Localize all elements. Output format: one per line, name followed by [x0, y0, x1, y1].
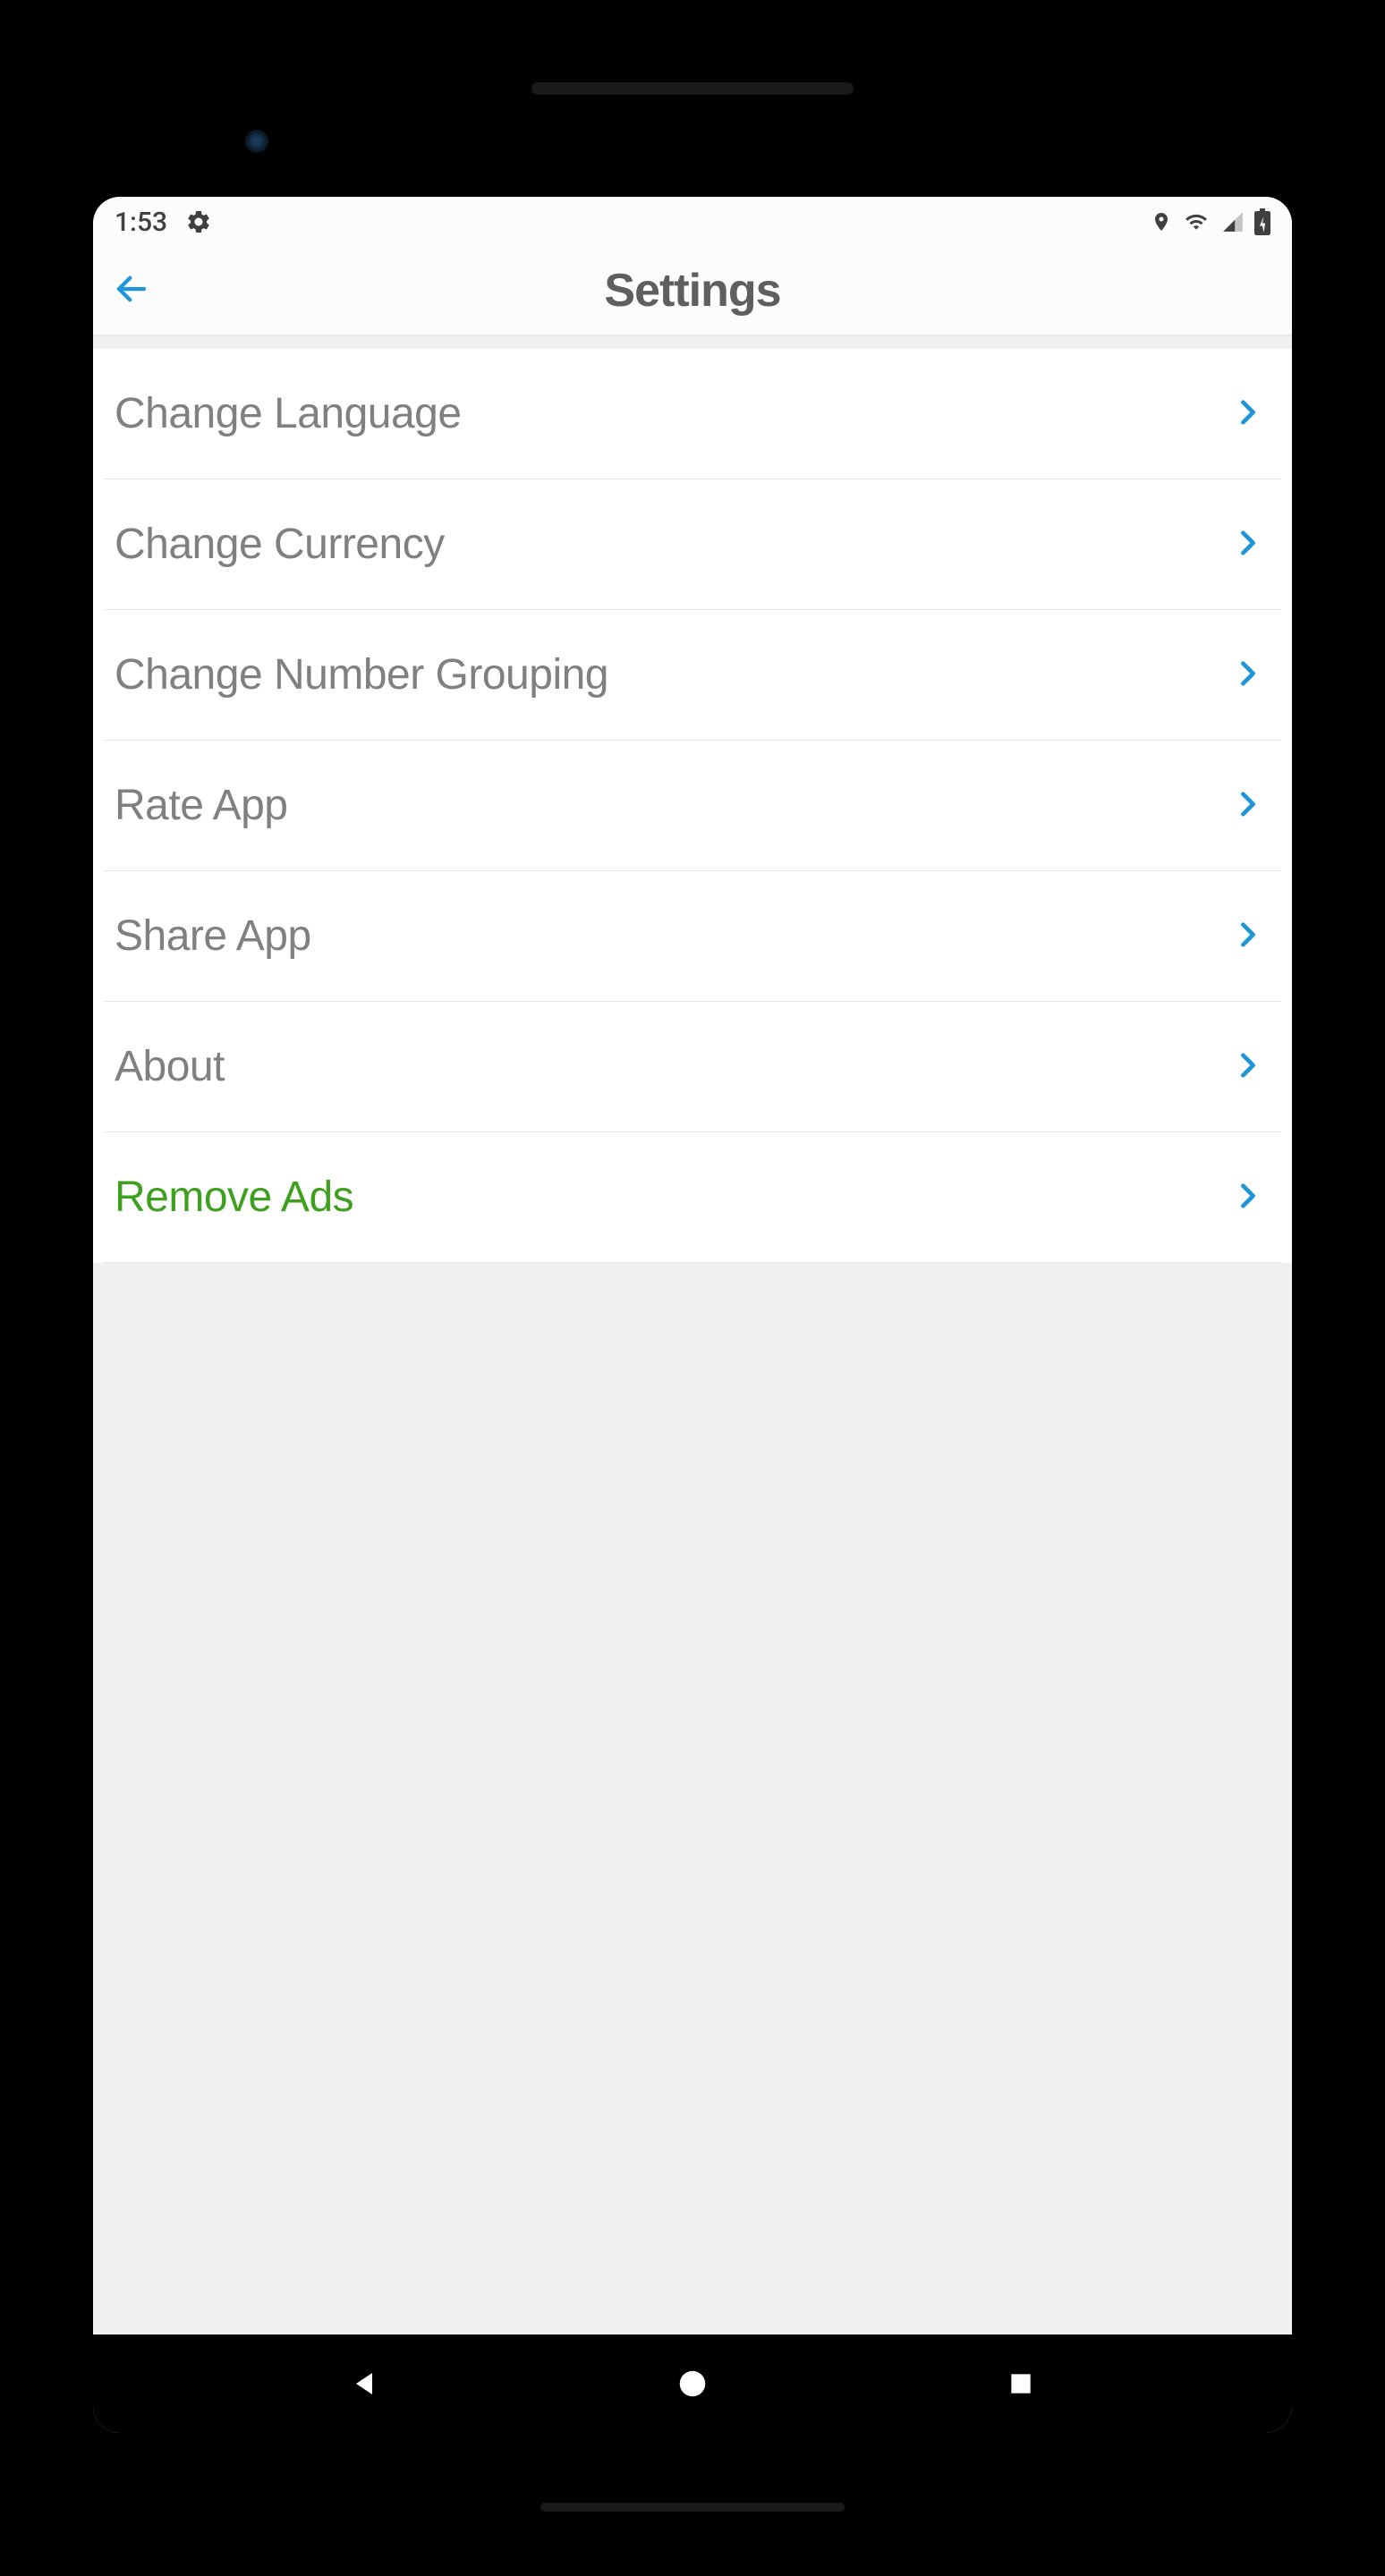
settings-row-share-app[interactable]: Share App	[104, 871, 1281, 1002]
page-title: Settings	[93, 264, 1292, 318]
chevron-right-icon	[1238, 791, 1258, 821]
screen: 1:53	[93, 197, 1292, 2433]
bottom-speaker	[540, 2503, 845, 2512]
status-bar: 1:53	[93, 197, 1292, 247]
content-area: Change Language Change Currency Change N…	[93, 336, 1292, 2334]
settings-row-label: Change Currency	[115, 520, 445, 569]
status-clock: 1:53	[115, 207, 167, 238]
gear-icon	[185, 208, 212, 235]
earpiece	[531, 82, 854, 95]
nav-home-button[interactable]	[657, 2348, 728, 2419]
cell-signal-icon	[1220, 210, 1245, 233]
device-frame: 1:53	[30, 45, 1355, 2531]
settings-row-label: Remove Ads	[115, 1173, 353, 1222]
settings-row-label: Share App	[115, 911, 311, 961]
chevron-right-icon	[1238, 399, 1258, 429]
settings-row-about[interactable]: About	[104, 1002, 1281, 1132]
back-arrow-icon	[113, 294, 150, 311]
settings-row-change-number-grouping[interactable]: Change Number Grouping	[104, 610, 1281, 741]
android-nav-bar	[93, 2334, 1292, 2433]
settings-row-rate-app[interactable]: Rate App	[104, 741, 1281, 871]
wifi-icon	[1181, 210, 1211, 233]
settings-row-remove-ads[interactable]: Remove Ads	[104, 1132, 1281, 1263]
chevron-right-icon	[1238, 530, 1258, 560]
device-inner: 1:53	[57, 72, 1328, 2504]
settings-list: Change Language Change Currency Change N…	[93, 349, 1292, 1263]
nav-recents-button[interactable]	[985, 2348, 1057, 2419]
settings-row-label: Change Language	[115, 389, 462, 438]
location-icon	[1151, 208, 1172, 235]
settings-row-change-currency[interactable]: Change Currency	[104, 479, 1281, 610]
battery-icon	[1254, 208, 1270, 235]
chevron-right-icon	[1238, 921, 1258, 952]
settings-row-label: About	[115, 1042, 225, 1091]
settings-row-change-language[interactable]: Change Language	[104, 349, 1281, 479]
chevron-right-icon	[1238, 1052, 1258, 1082]
settings-row-label: Change Number Grouping	[115, 650, 608, 699]
chevron-right-icon	[1238, 1182, 1258, 1213]
app-header: Settings	[93, 247, 1292, 336]
nav-back-button[interactable]	[328, 2348, 400, 2419]
settings-row-label: Rate App	[115, 781, 287, 830]
chevron-right-icon	[1238, 660, 1258, 691]
front-camera	[245, 130, 268, 153]
back-button[interactable]	[104, 261, 159, 320]
